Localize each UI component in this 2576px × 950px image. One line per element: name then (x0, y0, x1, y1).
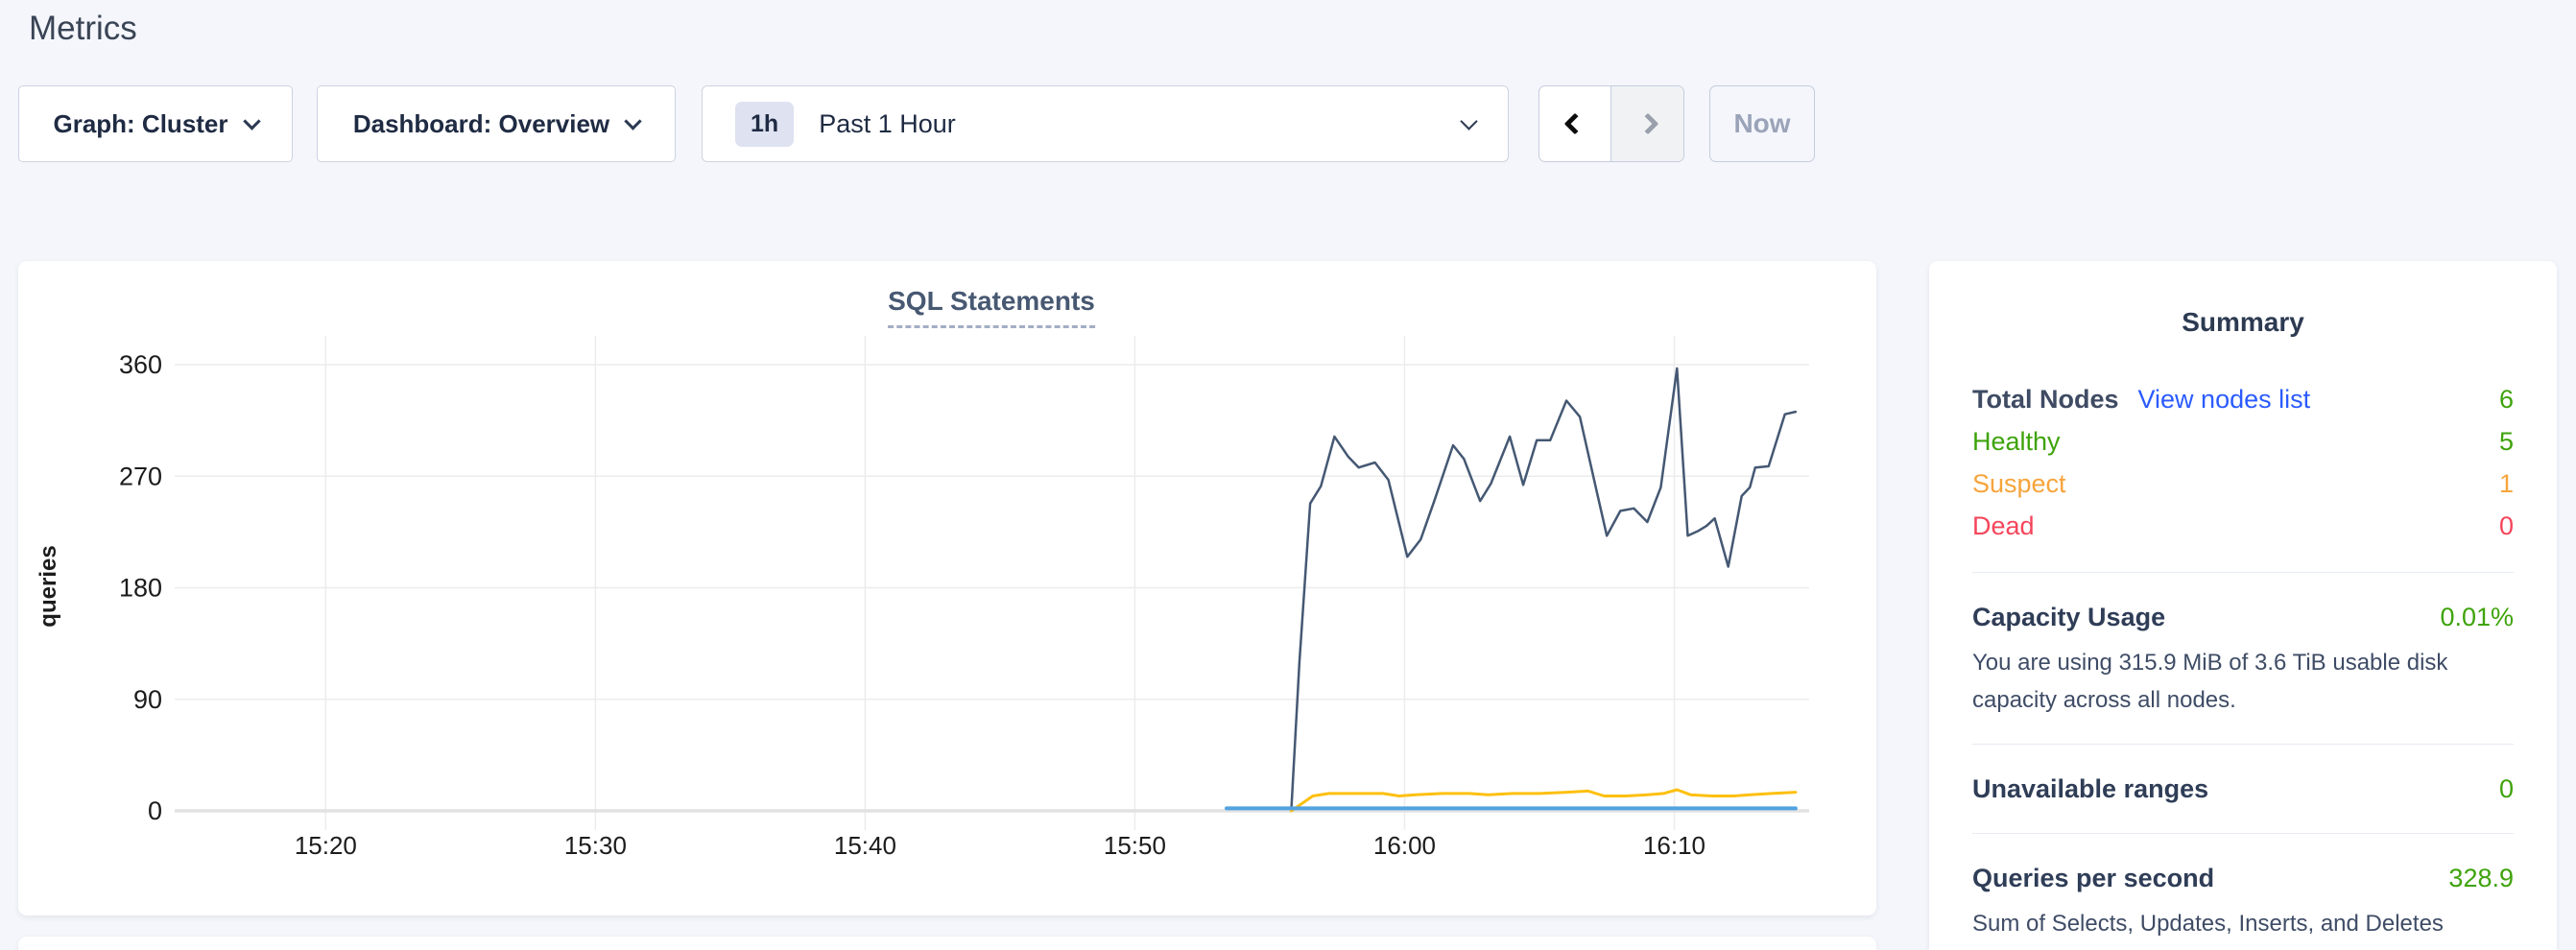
chevron-down-icon (1460, 112, 1477, 130)
capacity-usage-value: 0.01% (2440, 598, 2514, 636)
queries-per-second-description: Sum of Selects, Updates, Inserts, and De… (1972, 905, 2514, 950)
dead-label: Dead (1972, 505, 2035, 547)
divider (1972, 744, 2514, 745)
svg-text:16:00: 16:00 (1373, 831, 1436, 860)
total-nodes-label: Total Nodes (1972, 378, 2119, 420)
graph-selector-label: Graph: Cluster (53, 109, 227, 139)
unavailable-ranges-label: Unavailable ranges (1972, 770, 2208, 808)
graph-selector-dropdown[interactable]: Graph: Cluster (18, 85, 293, 162)
svg-text:15:30: 15:30 (564, 831, 627, 860)
now-button[interactable]: Now (1709, 85, 1815, 162)
dashboard-selector-label: Dashboard: Overview (353, 109, 609, 139)
svg-text:15:40: 15:40 (834, 831, 896, 860)
total-nodes-value: 6 (2499, 378, 2514, 420)
page-title: Metrics (29, 10, 137, 48)
y-axis-label: queries (36, 490, 62, 682)
svg-text:15:50: 15:50 (1104, 831, 1166, 860)
dead-value: 0 (2499, 505, 2514, 547)
dead-nodes-row: Dead 0 (1972, 505, 2514, 547)
capacity-usage-section: Capacity Usage 0.01% You are using 315.9… (1972, 598, 2514, 719)
chevron-down-icon (243, 112, 260, 130)
dashboard-selector-dropdown[interactable]: Dashboard: Overview (317, 85, 676, 162)
svg-text:270: 270 (119, 462, 162, 490)
divider (1972, 572, 2514, 573)
time-range-dropdown[interactable]: 1h Past 1 Hour (702, 85, 1509, 162)
chart-title[interactable]: SQL Statements (888, 286, 1095, 328)
chevron-down-icon (624, 112, 641, 130)
previous-timespan-button[interactable] (1539, 86, 1611, 161)
svg-text:0: 0 (148, 796, 162, 825)
queries-per-second-value: 328.9 (2448, 859, 2514, 897)
next-chart-card-partial (18, 937, 1876, 950)
healthy-label: Healthy (1972, 420, 2061, 463)
svg-text:90: 90 (133, 685, 162, 714)
time-range-badge: 1h (735, 102, 794, 147)
divider (1972, 833, 2514, 834)
svg-text:180: 180 (119, 574, 162, 603)
dark-blue-series (1291, 368, 1796, 811)
suspect-value: 1 (2499, 463, 2514, 505)
capacity-usage-description: You are using 315.9 MiB of 3.6 TiB usabl… (1972, 644, 2514, 719)
svg-text:360: 360 (119, 350, 162, 379)
sql-statements-chart[interactable]: 15:20 15:30 15:40 15:50 16:00 16:10 0 90 180 270 3… (18, 261, 1876, 915)
sql-statements-chart-card: 15:20 15:30 15:40 15:50 16:00 16:10 0 90 180 270 3… (18, 261, 1876, 915)
time-pager (1538, 85, 1684, 162)
suspect-label: Suspect (1972, 463, 2066, 505)
chevron-right-icon (1636, 113, 1658, 135)
total-nodes-row: Total Nodes View nodes list 6 (1972, 378, 2514, 420)
unavailable-ranges-value: 0 (2499, 770, 2514, 808)
summary-title: Summary (1972, 307, 2514, 338)
nodes-status-block: Total Nodes View nodes list 6 Healthy 5 … (1972, 378, 2514, 547)
unavailable-ranges-section: Unavailable ranges 0 (1972, 770, 2514, 808)
svg-text:16:10: 16:10 (1643, 831, 1705, 860)
suspect-nodes-row: Suspect 1 (1972, 463, 2514, 505)
queries-per-second-section: Queries per second 328.9 Sum of Selects,… (1972, 859, 2514, 950)
healthy-value: 5 (2499, 420, 2514, 463)
time-range-label: Past 1 Hour (819, 109, 1463, 139)
next-timespan-button[interactable] (1611, 86, 1683, 161)
queries-per-second-label: Queries per second (1972, 859, 2214, 897)
chevron-left-icon (1564, 113, 1586, 135)
svg-text:15:20: 15:20 (295, 831, 357, 860)
view-nodes-list-link[interactable]: View nodes list (2138, 378, 2311, 420)
healthy-nodes-row: Healthy 5 (1972, 420, 2514, 463)
capacity-usage-label: Capacity Usage (1972, 598, 2165, 636)
summary-panel: Summary Total Nodes View nodes list 6 He… (1929, 261, 2557, 950)
